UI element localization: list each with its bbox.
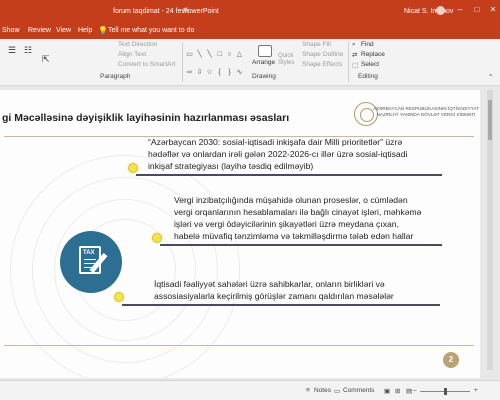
tab-review[interactable]: Review <box>28 27 51 34</box>
point-line: Vergi inzibatçılığında müşahidə olunan p… <box>174 195 408 205</box>
point-text: İqtisadi fəaliyyət sahələri üzrə sahibka… <box>154 278 394 302</box>
arrange-button[interactable]: Arrange <box>252 59 275 66</box>
triangle-icon[interactable]: △ <box>235 51 244 59</box>
slide[interactable]: gi Məcəlləsinə dəyişiklik layihəsinin ha… <box>0 90 480 378</box>
bullets-icon[interactable]: ☰ <box>8 45 16 56</box>
shape-fill-button[interactable]: Shape Fill <box>302 41 331 48</box>
avatar[interactable] <box>436 6 445 15</box>
shape-effects-button[interactable]: Shape Effects <box>302 61 342 68</box>
tax-label: TAX <box>83 250 95 256</box>
lightbulb-icon: 💡 <box>98 26 108 35</box>
user-name[interactable]: Nicat S. Imanov <box>404 8 453 15</box>
zoom-in-icon[interactable]: + <box>474 387 478 394</box>
notes-icon[interactable]: ≡ <box>306 387 310 394</box>
shapes-gallery[interactable]: ▭ ╲ ╲ □ ○ △ ⇨ ⇩ ☆{} ∿ <box>185 43 247 76</box>
point-line: işləri və vergi ödəyicilərinin şikayətlə… <box>174 219 399 229</box>
vertical-scrollbar[interactable] <box>487 90 493 370</box>
group-separator <box>182 42 183 82</box>
oval-icon[interactable]: ○ <box>225 51 234 59</box>
zoom-out-icon[interactable]: – <box>413 387 417 394</box>
document-title: forum taqdimat - 24 fevli <box>113 8 189 15</box>
point-line: İqtisadi fəaliyyət sahələri üzrə sahibka… <box>154 279 385 289</box>
app-name: PowerPoint <box>183 8 219 15</box>
arrow-icon[interactable]: ⇨ <box>185 69 194 77</box>
find-button[interactable]: Find <box>361 41 374 48</box>
zoom-slider-handle[interactable] <box>444 388 447 395</box>
comments-icon[interactable]: ▭ <box>334 387 340 395</box>
search-icon: ⌕ <box>352 41 356 48</box>
replace-icon: ⇄ <box>352 52 358 59</box>
quick-styles-button[interactable]: Quick Styles <box>278 53 302 67</box>
tell-me-search[interactable]: Tell me what you want to do <box>108 27 194 34</box>
normal-view-icon[interactable]: ▣ <box>384 387 390 395</box>
bullet-dot <box>128 163 138 173</box>
point-line: “Azərbaycan 2030: sosial-iqtisadi inkişa… <box>148 137 403 147</box>
underline <box>136 174 442 176</box>
brace-icon[interactable]: } <box>225 69 234 77</box>
tax-service-logo: AZƏRBAYCAN RESPUBLİKASININ İQTİSADİYYAT … <box>354 102 480 132</box>
bullet-dot <box>114 292 124 302</box>
tax-document-icon: TAX <box>60 231 122 293</box>
footer-divider <box>4 345 474 346</box>
group-separator <box>348 42 349 82</box>
editing-group-label: Editing <box>358 73 378 80</box>
convert-smartart-button[interactable]: Convert to SmartArt <box>118 61 175 68</box>
paragraph-group-label: Paragraph <box>100 73 131 80</box>
select-icon: ⬚ <box>352 62 359 69</box>
title-bar: forum taqdimat - 24 fevli PowerPoint Nic… <box>0 0 500 22</box>
collapse-ribbon-icon[interactable]: ⌃ <box>488 73 493 81</box>
select-button[interactable]: Select <box>361 61 379 68</box>
drawing-group-label: Drawing <box>252 73 276 80</box>
rectangle-icon[interactable]: □ <box>215 51 224 59</box>
rectangle-icon[interactable]: ▭ <box>185 51 194 59</box>
point-line: assosiasiyalarla keçirilmiş görüşlər zam… <box>154 291 394 301</box>
point-text: “Azərbaycan 2030: sosial-iqtisadi inkişa… <box>148 136 407 172</box>
slide-title: gi Məcəlləsinə dəyişiklik layihəsinin ha… <box>2 112 290 124</box>
brace-icon[interactable]: { <box>215 69 224 77</box>
document-lines <box>84 259 96 260</box>
maximize-icon[interactable]: □ <box>472 5 482 15</box>
point-line: inkişaf strategiyası (layihə təsdiq edil… <box>148 161 314 171</box>
close-icon[interactable]: ✕ <box>488 5 498 15</box>
slide-editing-area: gi Məcəlləsinə dəyişiklik layihəsinin ha… <box>0 86 500 380</box>
page-number: 2 <box>443 352 459 368</box>
slide-sorter-icon[interactable]: ⊞ <box>395 387 400 395</box>
logo-text: AZƏRBAYCAN RESPUBLİKASININ İQTİSADİYYAT … <box>373 106 479 117</box>
arrange-icon[interactable] <box>258 45 272 57</box>
curve-icon[interactable]: ∿ <box>235 69 244 77</box>
bullet-dot <box>152 233 162 243</box>
reading-view-icon[interactable]: ▤ <box>406 387 412 395</box>
point-line: vergi orqanlarının hesablamaları ilə bağ… <box>174 207 422 217</box>
cursor-icon: ⇱ <box>42 54 50 64</box>
minimize-icon[interactable]: – <box>455 5 465 15</box>
notes-button[interactable]: Notes <box>314 387 331 394</box>
comments-button[interactable]: Comments <box>343 387 374 394</box>
tab-view[interactable]: View <box>56 27 71 34</box>
align-text-button[interactable]: Align Text <box>118 51 146 58</box>
line-icon[interactable]: ╲ <box>195 51 204 59</box>
numbering-icon[interactable]: ☷ <box>24 45 32 56</box>
status-bar: ≡ Notes ▭ Comments ▣ ⊞ ▤ – + <box>0 380 500 400</box>
scrollbar-thumb[interactable] <box>488 100 492 140</box>
ribbon: ☰ ☷ ⇱ Text Direction Align Text Convert … <box>0 39 500 86</box>
point-text: Vergi inzibatçılığında müşahidə olunan p… <box>174 194 421 242</box>
underline <box>122 304 440 306</box>
shape-outline-button[interactable]: Shape Outline <box>302 51 343 58</box>
underline <box>160 244 442 246</box>
arrow-icon[interactable]: ⇩ <box>195 69 204 77</box>
line-icon[interactable]: ╲ <box>205 51 214 59</box>
star-icon[interactable]: ☆ <box>205 69 214 77</box>
tab-help[interactable]: Help <box>78 27 92 34</box>
text-direction-button[interactable]: Text Direction <box>118 41 157 48</box>
replace-button[interactable]: Replace <box>361 51 385 58</box>
point-line: hədəflər və onlardan irəli gələn 2022-20… <box>148 149 408 159</box>
tab-show[interactable]: Show <box>2 27 20 34</box>
ribbon-tabs: Show Review View Help 💡 Tell me what you… <box>0 22 500 39</box>
point-line: habelə müvafiq tənzimləmə və təkmilləşdi… <box>174 231 414 241</box>
